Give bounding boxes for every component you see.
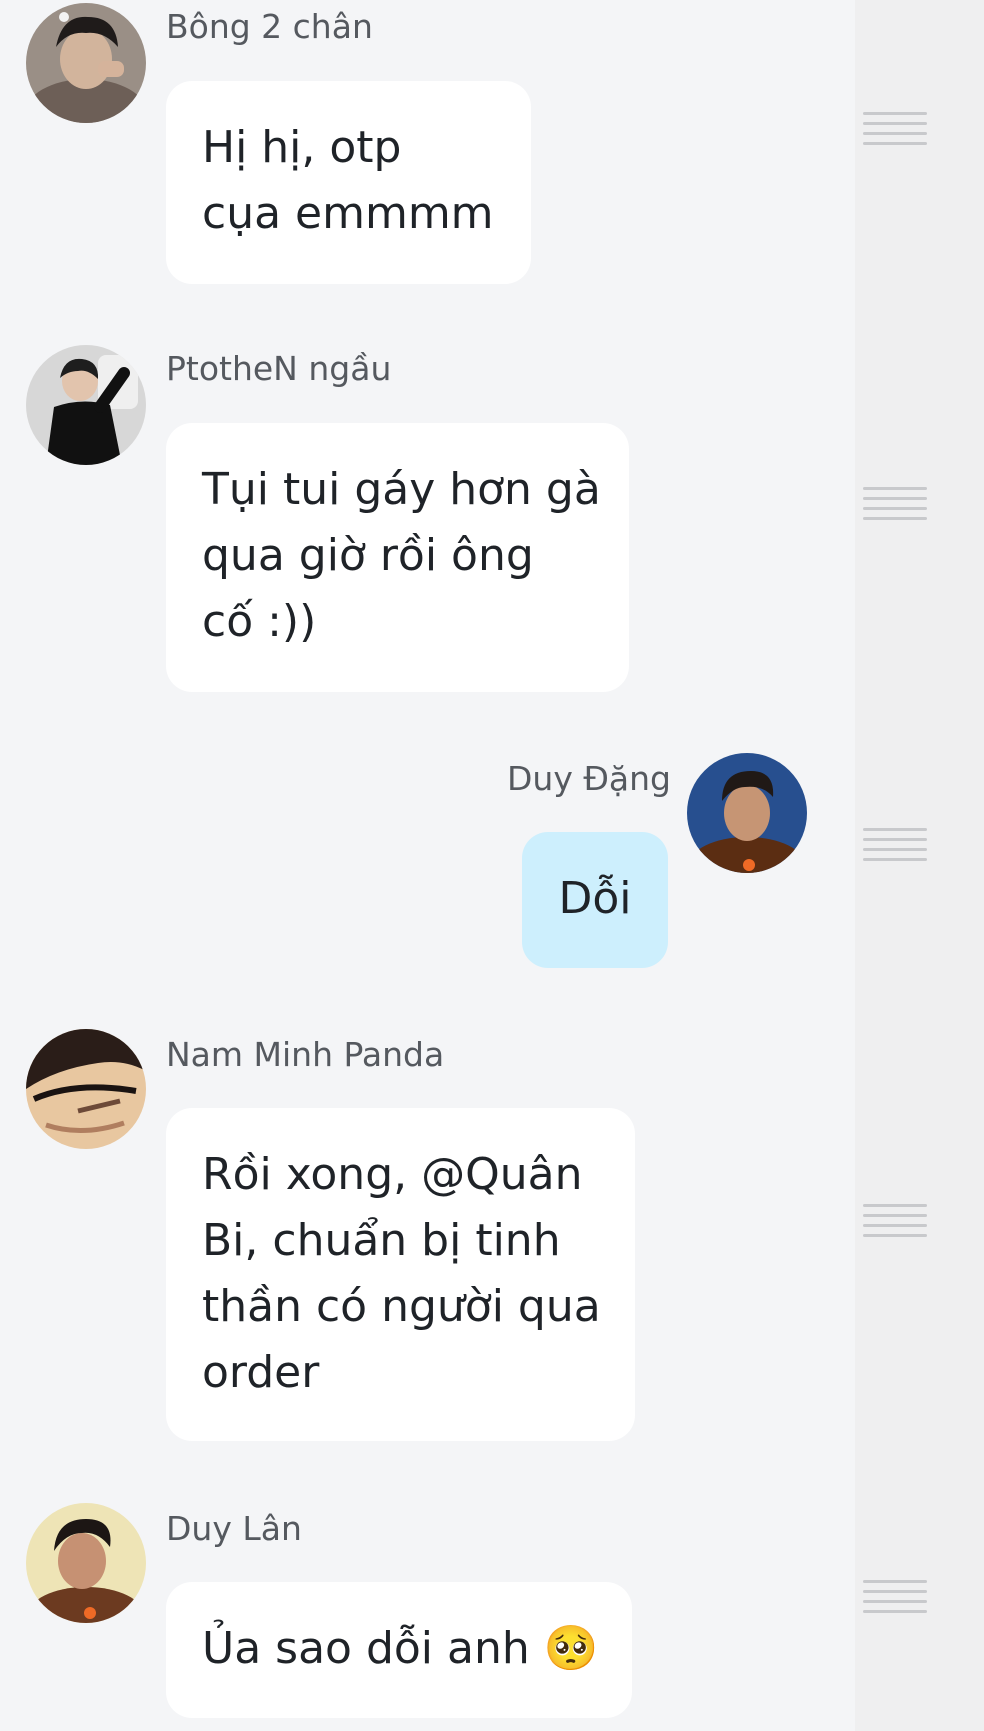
- sender-name: Duy Đặng: [507, 759, 672, 798]
- drag-handle-icon[interactable]: [863, 1580, 927, 1614]
- message-bubble[interactable]: Ủa sao dỗi anh 🥺: [166, 1582, 632, 1718]
- message-bubble[interactable]: Rồi xong, @Quân Bi, chuẩn bị tinh thần c…: [166, 1108, 635, 1441]
- message-text-line: order: [202, 1347, 320, 1398]
- message-bubble[interactable]: Tụi tui gáy hơn gà qua giờ rồi ông cố :)…: [166, 423, 629, 692]
- message-text-line: Hị hị, otp: [202, 122, 402, 173]
- message-text-line: thần có người qua: [202, 1281, 601, 1332]
- message-text-line: cụa emmmm: [202, 188, 494, 239]
- message-text: Ủa sao dỗi anh: [202, 1623, 530, 1674]
- message-text-line: Tụi tui gáy hơn gà: [202, 464, 601, 515]
- avatar-duy-lan[interactable]: [26, 1503, 146, 1623]
- sender-name: Nam Minh Panda: [166, 1035, 445, 1074]
- sender-name: Duy Lân: [166, 1509, 302, 1548]
- drag-handle-icon[interactable]: [863, 1204, 927, 1238]
- drag-handle-icon[interactable]: [863, 112, 927, 146]
- avatar-bong-2-chan[interactable]: [26, 3, 146, 123]
- pleading-face-emoji-icon: 🥺: [543, 1623, 599, 1674]
- drag-handle-icon[interactable]: [863, 487, 927, 521]
- message-text-line: Ủa sao dỗi anh 🥺: [202, 1616, 599, 1682]
- message-bubble[interactable]: Hị hị, otp cụa emmmm: [166, 81, 531, 284]
- message-text-line: cố :)): [202, 596, 317, 647]
- message-text-line: Rồi xong, @Quân: [202, 1149, 583, 1200]
- reorder-rail: [855, 0, 984, 1731]
- avatar-duy-dang[interactable]: [687, 753, 807, 873]
- sender-name: Bông 2 chân: [166, 7, 373, 46]
- avatar-ptothen-ngau[interactable]: [26, 345, 146, 465]
- message-bubble[interactable]: Dỗi: [522, 832, 668, 968]
- message-text-line: Bi, chuẩn bị tinh: [202, 1215, 561, 1266]
- drag-handle-icon[interactable]: [863, 828, 927, 862]
- sender-name: PtotheN ngầu: [166, 349, 392, 388]
- message-text-line: Dỗi: [558, 873, 632, 924]
- avatar-nam-minh-panda[interactable]: [26, 1029, 146, 1149]
- message-text-line: qua giờ rồi ông: [202, 530, 534, 581]
